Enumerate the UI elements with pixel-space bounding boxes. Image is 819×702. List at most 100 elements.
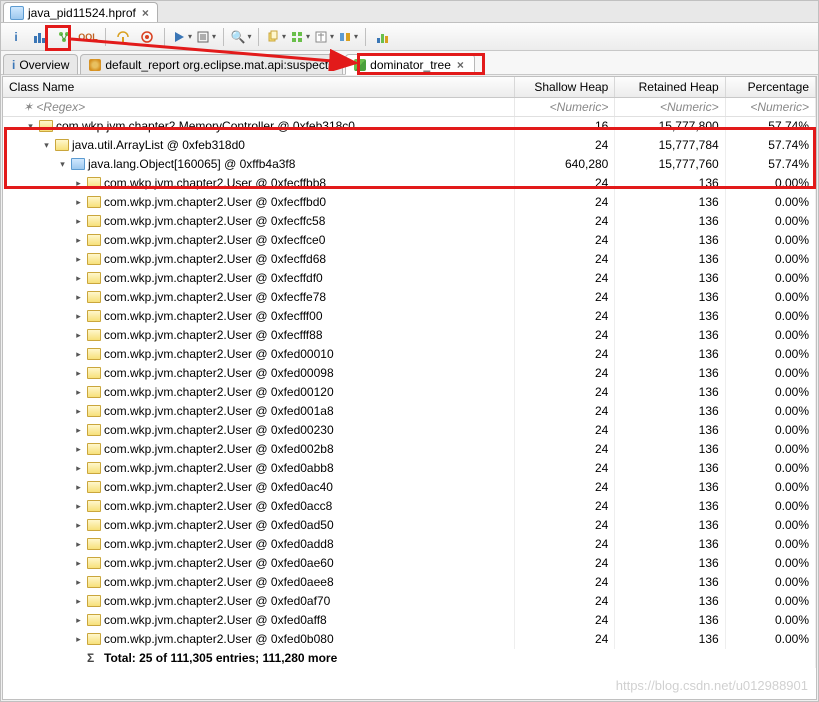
table-row[interactable]: ▸com.wkp.jvm.chapter2.User @ 0xfecffc582… (3, 212, 816, 231)
expander-icon[interactable]: ▸ (73, 482, 84, 493)
expander-icon[interactable]: ▾ (25, 121, 36, 132)
expander-icon[interactable]: ▸ (73, 311, 84, 322)
table-row[interactable]: ▸com.wkp.jvm.chapter2.User @ 0xfed0ad502… (3, 516, 816, 535)
overview-toolbar-icon[interactable]: i (5, 26, 27, 48)
table-row[interactable]: ▸com.wkp.jvm.chapter2.User @ 0xfecffe782… (3, 288, 816, 307)
expander-icon[interactable]: ▸ (73, 235, 84, 246)
expander-icon[interactable]: ▸ (73, 406, 84, 417)
filter-retained[interactable]: <Numeric> (660, 100, 719, 114)
expander-icon[interactable]: ▸ (73, 349, 84, 360)
histogram-icon[interactable] (29, 26, 51, 48)
table-row[interactable]: ▸com.wkp.jvm.chapter2.User @ 0xfecffce02… (3, 231, 816, 250)
export-icon[interactable] (265, 26, 287, 48)
expander-icon[interactable]: ▸ (73, 368, 84, 379)
row-label: com.wkp.jvm.chapter2.User @ 0xfecffce0 (104, 233, 325, 247)
cell-pct: 0.00% (725, 364, 815, 383)
tab-default-report[interactable]: default_report org.eclipse.mat.api:suspe… (80, 54, 343, 75)
table-row[interactable]: ▸com.wkp.jvm.chapter2.User @ 0xfed0ae602… (3, 554, 816, 573)
expander-icon[interactable]: ▸ (73, 577, 84, 588)
close-icon[interactable]: × (455, 58, 466, 72)
expander-icon[interactable]: ▸ (73, 615, 84, 626)
class-file-icon (87, 462, 101, 474)
table-row[interactable]: ▸com.wkp.jvm.chapter2.User @ 0xfecffd682… (3, 250, 816, 269)
cell-pct: 0.00% (725, 592, 815, 611)
table-row[interactable]: ▸com.wkp.jvm.chapter2.User @ 0xfed000982… (3, 364, 816, 383)
table-row[interactable]: ▸com.wkp.jvm.chapter2.User @ 0xfecffdf02… (3, 269, 816, 288)
find-icon[interactable]: 🔍 (230, 26, 252, 48)
table-row[interactable]: ▸com.wkp.jvm.chapter2.User @ 0xfed0af702… (3, 592, 816, 611)
cell-pct: 0.00% (725, 630, 815, 649)
table-row[interactable]: ▸com.wkp.jvm.chapter2.User @ 0xfed002b82… (3, 440, 816, 459)
expander-icon[interactable]: ▸ (73, 444, 84, 455)
filter-pct[interactable]: <Numeric> (750, 100, 809, 114)
table-row[interactable]: ▸com.wkp.jvm.chapter2.User @ 0xfed0add82… (3, 535, 816, 554)
table-row[interactable]: ▾java.lang.Object[160065] @ 0xffb4a3f864… (3, 155, 816, 174)
compare-icon[interactable] (337, 26, 359, 48)
table-row[interactable]: ▸com.wkp.jvm.chapter2.User @ 0xfed0aee82… (3, 573, 816, 592)
row-label: com.wkp.jvm.chapter2.User @ 0xfecffc58 (104, 214, 325, 228)
col-shallow-heap[interactable]: Shallow Heap (515, 77, 615, 98)
table-row[interactable]: ▸com.wkp.jvm.chapter2.User @ 0xfed0ac402… (3, 478, 816, 497)
table-row[interactable]: ▸com.wkp.jvm.chapter2.User @ 0xfed0b0802… (3, 630, 816, 649)
expander-icon[interactable]: ▸ (73, 330, 84, 341)
threads-icon[interactable] (112, 26, 134, 48)
table-row[interactable]: ▸com.wkp.jvm.chapter2.User @ 0xfecffbd02… (3, 193, 816, 212)
expander-icon[interactable]: ▸ (73, 539, 84, 550)
expander-icon[interactable]: ▾ (41, 140, 52, 151)
group-icon[interactable] (289, 26, 311, 48)
class-file-icon (87, 367, 101, 379)
expander-icon[interactable]: ▸ (73, 596, 84, 607)
col-retained-heap[interactable]: Retained Heap (615, 77, 725, 98)
table-row[interactable]: ▸com.wkp.jvm.chapter2.User @ 0xfecffbb82… (3, 174, 816, 193)
table-row[interactable]: ▸com.wkp.jvm.chapter2.User @ 0xfed0acc82… (3, 497, 816, 516)
run-query-icon[interactable] (171, 26, 193, 48)
expander-icon[interactable]: ▸ (73, 425, 84, 436)
table-row[interactable]: ▸com.wkp.jvm.chapter2.User @ 0xfed0aff82… (3, 611, 816, 630)
cell-shallow: 24 (515, 364, 615, 383)
table-row[interactable]: ▸com.wkp.jvm.chapter2.User @ 0xfecfff882… (3, 326, 816, 345)
expander-icon[interactable]: ▸ (73, 292, 84, 303)
cell-retained: 136 (615, 478, 725, 497)
table-row[interactable]: ▾java.util.ArrayList @ 0xfeb318d02415,77… (3, 136, 816, 155)
expander-icon[interactable]: ▸ (73, 178, 84, 189)
calculate-icon[interactable] (313, 26, 335, 48)
filter-shallow[interactable]: <Numeric> (550, 100, 609, 114)
expander-icon[interactable]: ▸ (73, 520, 84, 531)
class-file-icon (87, 424, 101, 436)
table-row[interactable]: ▸com.wkp.jvm.chapter2.User @ 0xfecfff002… (3, 307, 816, 326)
cell-pct: 0.00% (725, 459, 815, 478)
file-tab[interactable]: java_pid11524.hprof × (3, 2, 158, 22)
close-icon[interactable]: × (140, 6, 151, 20)
cell-retained: 136 (615, 231, 725, 250)
expander-icon[interactable]: ▸ (73, 216, 84, 227)
expander-icon[interactable]: ▸ (73, 463, 84, 474)
col-class-name[interactable]: Class Name (3, 77, 515, 98)
oql-icon[interactable]: OQL (77, 26, 99, 48)
filter-name[interactable]: <Regex> (36, 100, 85, 114)
cell-shallow: 24 (515, 440, 615, 459)
chart-icon[interactable] (372, 26, 394, 48)
row-label: com.wkp.jvm.chapter2.User @ 0xfed0b080 (104, 632, 334, 646)
expander-icon[interactable]: ▸ (73, 197, 84, 208)
expander-icon[interactable]: ▸ (73, 273, 84, 284)
table-row[interactable]: ▸com.wkp.jvm.chapter2.User @ 0xfed002302… (3, 421, 816, 440)
table-row[interactable]: ▸com.wkp.jvm.chapter2.User @ 0xfed0abb82… (3, 459, 816, 478)
table-row[interactable]: ▸com.wkp.jvm.chapter2.User @ 0xfed001202… (3, 383, 816, 402)
table-row[interactable]: ▸com.wkp.jvm.chapter2.User @ 0xfed000102… (3, 345, 816, 364)
expander-icon[interactable]: ▾ (57, 159, 68, 170)
dominator-tree-toolbar-icon[interactable] (53, 26, 75, 48)
tab-overview[interactable]: i Overview (3, 54, 78, 75)
expander-icon[interactable]: ▸ (73, 387, 84, 398)
expander-icon[interactable]: ▸ (73, 558, 84, 569)
expander-icon[interactable]: ▸ (73, 254, 84, 265)
tab-dominator-tree[interactable]: dominator_tree × (345, 54, 475, 75)
table-row[interactable]: ▸com.wkp.jvm.chapter2.User @ 0xfed001a82… (3, 402, 816, 421)
leak-suspects-icon[interactable] (136, 26, 158, 48)
expander-icon[interactable]: ▸ (73, 634, 84, 645)
table-row[interactable]: ▾com.wkp.jvm.chapter2.MemoryController @… (3, 117, 816, 136)
col-percentage[interactable]: Percentage (725, 77, 815, 98)
expander-icon[interactable]: ▸ (73, 501, 84, 512)
query-browser-icon[interactable] (195, 26, 217, 48)
cell-shallow: 24 (515, 250, 615, 269)
dominator-tree-table[interactable]: Class Name Shallow Heap Retained Heap Pe… (2, 76, 817, 700)
